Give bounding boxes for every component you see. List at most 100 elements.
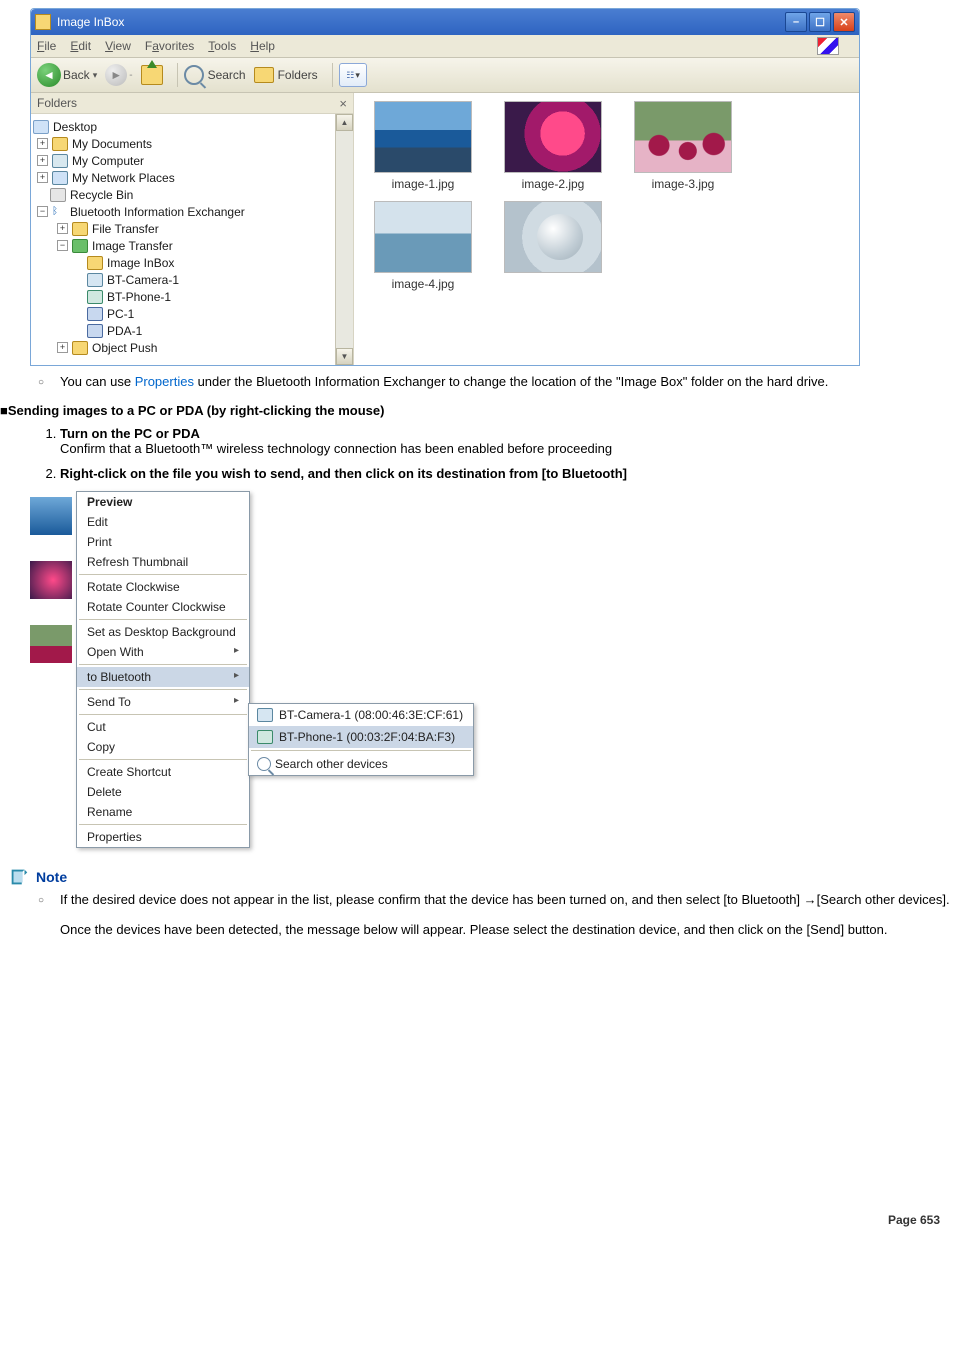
tree-imgtr[interactable]: Image Transfer (92, 239, 173, 253)
folders-pane-close-icon[interactable]: × (339, 96, 347, 111)
minimize-button[interactable]: – (785, 12, 807, 32)
close-button[interactable]: ✕ (833, 12, 855, 32)
scroll-down-icon[interactable]: ▼ (336, 348, 353, 365)
menu-tools[interactable]: Tools (208, 39, 236, 53)
menu-item-setbg[interactable]: Set as Desktop Background (77, 622, 249, 642)
menu-item-cut[interactable]: Cut (77, 717, 249, 737)
expand-icon[interactable]: + (37, 172, 48, 183)
properties-link[interactable]: Properties (135, 374, 194, 389)
folder-icon (254, 67, 274, 83)
scroll-up-icon[interactable]: ▲ (336, 114, 353, 131)
computer-icon (52, 154, 68, 168)
menu-item-copy[interactable]: Copy (77, 737, 249, 757)
page-number: Page 653 (0, 943, 954, 1237)
menu-item-sendto[interactable]: Send To (77, 692, 249, 712)
thumbnail-image (504, 201, 602, 273)
section-heading: ■Sending images to a PC or PDA (by right… (0, 403, 954, 418)
list-item: Turn on the PC or PDA Confirm that a Blu… (60, 426, 954, 456)
step-body: Confirm that a Bluetooth™ wireless techn… (60, 441, 612, 456)
up-folder-icon (141, 65, 163, 85)
menu-item-rotatecw[interactable]: Rotate Clockwise (77, 577, 249, 597)
folder-icon (72, 222, 88, 236)
tree-pc1[interactable]: PC-1 (107, 307, 134, 321)
forward-button[interactable]: ► - (105, 64, 132, 86)
menu-item-delete[interactable]: Delete (77, 782, 249, 802)
menu-item-openwith[interactable]: Open With (77, 642, 249, 662)
search-icon (257, 757, 271, 771)
menu-file[interactable]: File (37, 39, 56, 53)
menu-item-rename[interactable]: Rename (77, 802, 249, 822)
list-item: Right-click on the file you wish to send… (60, 466, 954, 481)
desktop-icon (33, 120, 49, 134)
collapse-icon[interactable]: − (57, 240, 68, 251)
expand-icon[interactable]: + (57, 223, 68, 234)
submenu-item-phone[interactable]: BT-Phone-1 (00:03:2F:04:BA:F3) (249, 726, 473, 748)
expand-icon[interactable]: + (57, 342, 68, 353)
folders-pane: Folders × Desktop + My Documents + My Comp… (31, 93, 354, 365)
inbox-icon (87, 256, 103, 270)
back-button[interactable]: ◄ Back ▾ (37, 63, 97, 87)
folder-tree: Desktop + My Documents + My Computer + My N… (31, 114, 335, 365)
tree-btphone[interactable]: BT-Phone-1 (107, 290, 171, 304)
bullet-list: You can use Properties under the Bluetoo… (60, 374, 954, 389)
tree-objpush[interactable]: Object Push (92, 341, 157, 355)
windows-flag-icon (817, 37, 839, 55)
menu-item-print[interactable]: Print (77, 532, 249, 552)
phone-icon (87, 290, 103, 304)
tree-pda1[interactable]: PDA-1 (107, 324, 142, 338)
menubar: File Edit View Favorites Tools Help (31, 35, 859, 58)
tree-mydocs[interactable]: My Documents (72, 137, 152, 151)
mini-thumb (30, 625, 72, 663)
thumbnail-item[interactable]: image-1.jpg (358, 101, 488, 191)
menu-item-tobluetooth[interactable]: to Bluetooth (77, 667, 249, 687)
camera-icon (257, 708, 273, 722)
tree-filetr[interactable]: File Transfer (92, 222, 159, 236)
menu-item-edit[interactable]: Edit (77, 512, 249, 532)
thumbnail-caption: image-3.jpg (618, 177, 748, 191)
thumbnail-item[interactable]: image-3.jpg (618, 101, 748, 191)
tree-scrollbar[interactable]: ▲ ▼ (335, 114, 353, 365)
expand-icon[interactable]: + (37, 138, 48, 149)
toolbar: ◄ Back ▾ ► - Search Folders ☷ (31, 58, 859, 93)
window-title: Image InBox (57, 15, 124, 29)
menu-edit[interactable]: Edit (70, 39, 91, 53)
menu-help[interactable]: Help (250, 39, 275, 53)
thumbnail-caption: image-2.jpg (488, 177, 618, 191)
thumbnail-item[interactable] (488, 201, 618, 291)
expand-icon[interactable]: + (37, 155, 48, 166)
maximize-button[interactable]: ☐ (809, 12, 831, 32)
thumbnail-item[interactable]: image-4.jpg (358, 201, 488, 291)
folders-pane-header: Folders × (31, 93, 353, 114)
tree-bie[interactable]: Bluetooth Information Exchanger (70, 205, 245, 219)
folders-button[interactable]: Folders (254, 67, 318, 83)
menu-item-rotateccw[interactable]: Rotate Counter Clockwise (77, 597, 249, 617)
tree-btcam[interactable]: BT-Camera-1 (107, 273, 179, 287)
bluetooth-submenu: BT-Camera-1 (08:00:46:3E:CF:61) BT-Phone… (248, 703, 474, 776)
tree-inbox[interactable]: Image InBox (107, 256, 174, 270)
menu-item-refresh[interactable]: Refresh Thumbnail (77, 552, 249, 572)
views-button[interactable]: ☷ (339, 63, 367, 87)
note-list: If the desired device does not appear in… (60, 892, 954, 937)
menu-item-shortcut[interactable]: Create Shortcut (77, 762, 249, 782)
submenu-item-search[interactable]: Search other devices (249, 753, 473, 775)
network-icon (52, 171, 68, 185)
menu-item-properties[interactable]: Properties (77, 827, 249, 847)
thumbnail-image (374, 201, 472, 273)
menu-view[interactable]: View (105, 39, 131, 53)
tree-mycomp[interactable]: My Computer (72, 154, 144, 168)
tree-mynet[interactable]: My Network Places (72, 171, 175, 185)
menu-favorites[interactable]: Favorites (145, 39, 194, 53)
tree-recycle[interactable]: Recycle Bin (70, 188, 133, 202)
chevron-down-icon: ▾ (93, 70, 98, 81)
phone-icon (257, 730, 273, 744)
thumbnail-image (504, 101, 602, 173)
search-button[interactable]: Search (184, 65, 246, 85)
tree-desktop[interactable]: Desktop (53, 120, 97, 134)
thumbnail-item[interactable]: image-2.jpg (488, 101, 618, 191)
collapse-icon[interactable]: − (37, 206, 48, 217)
up-button[interactable] (141, 65, 163, 85)
submenu-item-camera[interactable]: BT-Camera-1 (08:00:46:3E:CF:61) (249, 704, 473, 726)
folder-icon (72, 341, 88, 355)
menu-item-preview[interactable]: Preview (77, 492, 249, 512)
note-icon (8, 866, 30, 888)
